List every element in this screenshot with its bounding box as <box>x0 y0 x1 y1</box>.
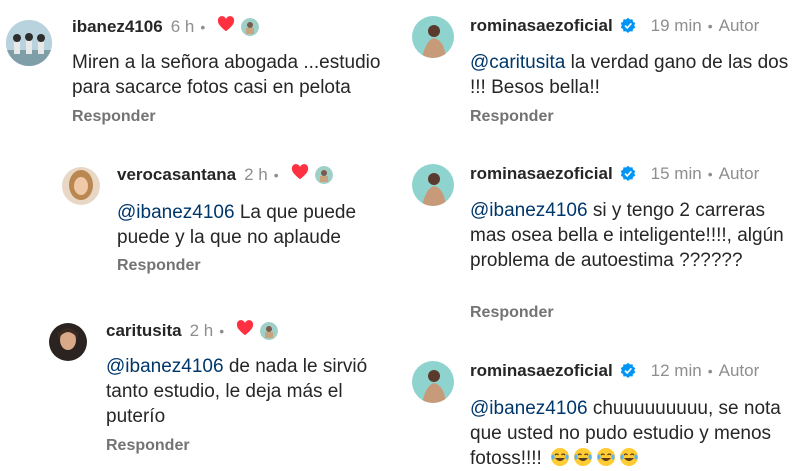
username[interactable]: verocasantana <box>117 165 236 185</box>
separator-dot: • <box>707 363 713 379</box>
comment-text: @ibanez4106 de nada le sirvió tanto estu… <box>106 356 368 427</box>
username[interactable]: caritusita <box>106 321 182 341</box>
username[interactable]: rominasaezoficial <box>470 361 613 381</box>
username[interactable]: rominasaezoficial <box>470 16 613 36</box>
separator-dot: • <box>707 166 713 182</box>
laughing-tears-emoji <box>547 448 570 469</box>
verified-badge-icon <box>619 17 637 35</box>
timestamp: 15 min <box>650 164 702 183</box>
avatar[interactable] <box>412 164 454 206</box>
mention-link[interactable]: @caritusita <box>470 52 565 73</box>
heart-icon[interactable] <box>217 16 235 37</box>
laughing-tears-emoji <box>593 448 616 469</box>
verified-badge-icon <box>619 362 637 380</box>
mention-link[interactable]: @ibanez4106 <box>117 202 235 223</box>
avatar[interactable] <box>412 16 454 58</box>
author-avatar-icon <box>314 165 333 184</box>
timestamp: 6 h <box>170 16 195 36</box>
comment-text: @caritusita la verdad gano de las dos !!… <box>470 52 789 98</box>
avatar[interactable] <box>6 20 52 66</box>
reply-button[interactable]: Responder <box>106 437 190 455</box>
separator-dot: • <box>273 166 279 183</box>
reply-button[interactable]: Responder <box>470 108 554 126</box>
avatar[interactable] <box>412 361 454 403</box>
separator-dot: • <box>707 18 713 34</box>
author-label: Autor <box>718 164 760 183</box>
reply-button[interactable]: Responder <box>72 108 156 126</box>
mention-link[interactable]: @ibanez4106 <box>470 398 588 419</box>
reply-button[interactable]: Responder <box>117 257 201 275</box>
avatar[interactable] <box>62 167 100 205</box>
separator-dot: • <box>219 322 225 339</box>
author-avatar-icon <box>241 17 260 36</box>
comment-text: @ibanez4106 chuuuuuuuuu, se nota que ust… <box>470 398 781 469</box>
comment-text: @ibanez4106 La que puede puede y la que … <box>117 202 357 248</box>
author-label: Autor <box>718 16 760 35</box>
timestamp: 19 min <box>650 16 702 35</box>
username[interactable]: ibanez4106 <box>72 17 163 37</box>
laughing-tears-emoji <box>570 448 593 469</box>
reply-button[interactable]: Responder <box>470 304 554 322</box>
mention-link[interactable]: @ibanez4106 <box>106 356 224 377</box>
timestamp: 12 min <box>650 361 702 380</box>
avatar[interactable] <box>49 323 87 361</box>
comment-text: Miren a la señora abogada ...estudio par… <box>72 52 381 98</box>
username[interactable]: rominasaezoficial <box>470 164 613 184</box>
timestamp: 2 h <box>244 164 268 184</box>
mention-link[interactable]: @ibanez4106 <box>470 200 588 221</box>
comment-text: @ibanez4106 si y tengo 2 carreras mas os… <box>470 200 784 271</box>
separator-dot: • <box>200 18 206 35</box>
author-label: Autor <box>718 361 760 380</box>
heart-icon[interactable] <box>236 320 254 341</box>
verified-badge-icon <box>619 165 637 183</box>
author-avatar-icon <box>260 321 279 340</box>
timestamp: 2 h <box>189 320 214 340</box>
laughing-tears-emoji <box>616 448 639 469</box>
heart-icon[interactable] <box>291 164 309 185</box>
